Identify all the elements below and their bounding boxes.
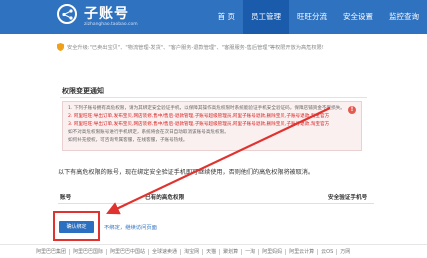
app-title: 子账号 [84,6,129,22]
warning-line: 3. 阿里旺旺:导出订单,发布宝贝,网店装修,售中/售后-退款管理,子账号超级管… [68,122,330,127]
footer-link[interactable]: 聚划算 [220,248,243,255]
confirm-bind-button[interactable]: 确认绑定 [59,221,94,233]
warning-line: 如不对高危权限账号进行手机绑定，系统将会在次日自动取消该账号高危权限。 [68,130,229,135]
skip-bind-link[interactable]: 不绑定，继续访问页面 [104,223,157,231]
footer-link[interactable]: 淘宝网 [181,248,204,255]
column-header-phone: 安全验证手机号 [328,195,368,201]
nav-wangwang-routing[interactable]: 旺旺分流 [289,0,335,34]
footer-link[interactable]: 阿里妈妈 [259,248,287,255]
section-title: 权限变更通知 [62,87,104,95]
footer-link[interactable]: 阿里巴巴集团 [33,248,71,255]
footer-link[interactable]: 万网 [337,249,353,255]
footer-link[interactable]: 一淘 [242,248,260,255]
security-notice: 安全升级:"已卖出宝贝"、"物流管理-发货"、"客户服务-退款管理"、"客服服务… [57,41,387,53]
footer-link[interactable]: 阿里巴巴国际 [70,248,108,255]
alert-icon: ! [348,106,356,114]
footer: 阿里巴巴集团 阿里巴巴国际 阿里巴巴中国站 全球速卖通 淘宝网 天猫 聚划算 一… [0,244,427,258]
footer-link[interactable]: 全球速卖通 [149,248,182,255]
main-nav: 首 页 员工管理 旺旺分流 安全设置 监控查询 [210,0,427,34]
shield-icon [57,43,64,51]
column-header-account: 账号 [60,195,72,201]
footer-link[interactable]: 阿里云计算 [286,248,319,255]
nav-home[interactable]: 首 页 [210,0,243,34]
top-header: 子账号 zizhanghao.taobao.com 首 页 员工管理 旺旺分流 … [0,0,427,34]
divider [60,97,367,98]
warning-line: 1. 下列子账号拥有高危权限，请为其绑定安全验证手机，以保障其操作高危权限时系统… [68,106,345,111]
nav-monitor-query[interactable]: 监控查询 [381,0,427,34]
security-notice-text: 安全升级:"已卖出宝贝"、"物流管理-发货"、"客户服务-退款管理"、"客服服务… [67,44,324,51]
logo-icon [57,4,77,24]
column-header-permissions: 已有的高危权限 [145,195,185,201]
nav-security-settings[interactable]: 安全设置 [335,0,381,34]
warning-box: 1. 下列子账号拥有高危权限，请为其绑定安全验证手机，以保障其操作高危权限时系统… [62,101,362,151]
app-subtitle: zizhanghao.taobao.com [84,22,138,27]
footer-link[interactable]: 阿里巴巴中国站 [107,248,150,255]
description-text: 以下有高危权限的账号，现在绑定安全验证手机即可继续使用，否则他们的高危权限将被取… [58,169,314,176]
footer-link[interactable]: 云OS [318,248,338,255]
table-divider [58,203,374,204]
nav-staff-management[interactable]: 员工管理 [243,0,289,34]
warning-line: 2. 阿里旺旺:导出订单,发布宝贝,网店装修,售中/售后-退款管理,子账号超级管… [68,114,330,119]
highlight-box: 确认绑定 [53,211,100,241]
footer-link[interactable]: 天猫 [203,248,221,255]
warning-line: 如何补充授权，可咨询专属客服，在线客服，子账号热线。 [68,138,188,143]
